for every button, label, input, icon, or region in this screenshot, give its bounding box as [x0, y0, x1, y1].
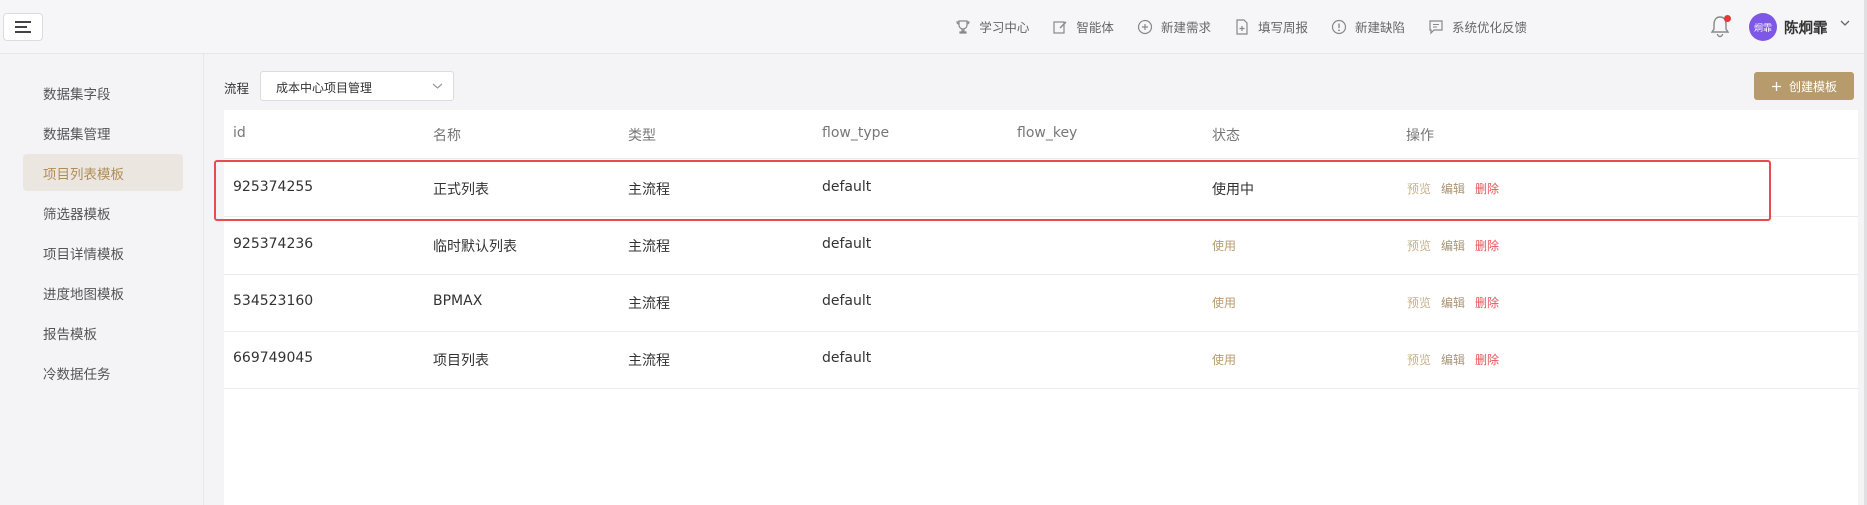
preview-link[interactable]: 预览 — [1407, 237, 1431, 254]
cell-id: 534523160 — [233, 293, 314, 309]
weekly-report-link[interactable]: 填写周报 — [1233, 17, 1308, 36]
template-table: id 名称 类型 flow_type flow_key 状态 操作 925374… — [224, 110, 1858, 505]
edit-link[interactable]: 编辑 — [1441, 180, 1465, 197]
edit-link[interactable]: 编辑 — [1441, 294, 1465, 311]
table-row: 669749045 项目列表 主流程 default 使用 预览 编辑 删除 — [224, 331, 1858, 389]
new-defect-label: 新建缺陷 — [1354, 20, 1405, 35]
cell-status[interactable]: 使用 — [1212, 351, 1236, 368]
trophy-icon — [954, 18, 972, 36]
create-template-button[interactable]: 创建模板 — [1754, 72, 1854, 100]
cell-flow-type: default — [822, 293, 872, 309]
delete-link[interactable]: 删除 — [1475, 351, 1499, 368]
cell-flow-type: default — [822, 179, 872, 195]
agent-label: 智能体 — [1076, 20, 1114, 35]
sidebar-item-project-list-template[interactable]: 项目列表模板 — [23, 154, 183, 191]
header-type: 类型 — [628, 128, 656, 144]
avatar[interactable]: 炯霏 — [1749, 13, 1777, 41]
flow-filter-label: 流程 — [224, 81, 250, 96]
chevron-down-icon[interactable] — [1840, 19, 1850, 27]
cell-id: 925374236 — [233, 236, 314, 252]
header-name: 名称 — [433, 128, 461, 144]
feedback-link[interactable]: 系统优化反馈 — [1427, 17, 1527, 36]
plus-icon — [1771, 81, 1781, 91]
flow-select[interactable]: 成本中心项目管理 — [260, 71, 454, 101]
learning-center-label: 学习中心 — [979, 20, 1030, 35]
plus-circle-icon — [1136, 18, 1154, 36]
sidebar-item-cold-data-task[interactable]: 冷数据任务 — [23, 354, 183, 391]
create-template-label: 创建模板 — [1788, 79, 1837, 94]
alert-circle-icon — [1330, 18, 1348, 36]
new-defect-link[interactable]: 新建缺陷 — [1330, 17, 1405, 36]
cell-id: 669749045 — [233, 350, 314, 366]
cell-flow-type: default — [822, 236, 872, 252]
cell-id: 925374255 — [233, 179, 314, 195]
delete-link[interactable]: 删除 — [1475, 237, 1499, 254]
header-id: id — [233, 125, 246, 141]
table-row: 534523160 BPMAX 主流程 default 使用 预览 编辑 删除 — [224, 274, 1858, 332]
table-row: 925374255 正式列表 主流程 default 使用中 预览 编辑 删除 — [224, 159, 1858, 217]
sidebar-item-project-detail-template[interactable]: 项目详情模板 — [23, 234, 183, 271]
preview-link[interactable]: 预览 — [1407, 294, 1431, 311]
user-name[interactable]: 陈炯霏 — [1784, 17, 1828, 38]
cell-name: 项目列表 — [433, 353, 489, 369]
delete-link[interactable]: 删除 — [1475, 180, 1499, 197]
cell-status: 使用中 — [1212, 182, 1254, 198]
cell-status[interactable]: 使用 — [1212, 294, 1236, 311]
chevron-down-icon — [432, 83, 443, 89]
cell-name: 临时默认列表 — [433, 239, 517, 255]
feedback-label: 系统优化反馈 — [1451, 20, 1527, 35]
flow-select-value: 成本中心项目管理 — [276, 81, 373, 95]
preview-link[interactable]: 预览 — [1407, 351, 1431, 368]
header-flow-key: flow_key — [1017, 125, 1078, 141]
learning-center-link[interactable]: 学习中心 — [954, 17, 1029, 36]
menu-toggle-button[interactable] — [3, 13, 43, 41]
cell-name: 正式列表 — [433, 182, 489, 198]
sidebar-item-dataset-fields[interactable]: 数据集字段 — [23, 74, 183, 111]
delete-link[interactable]: 删除 — [1475, 294, 1499, 311]
cell-type: 主流程 — [628, 182, 670, 198]
header-actions: 操作 — [1406, 128, 1434, 144]
edit-link[interactable]: 编辑 — [1441, 351, 1465, 368]
header-status: 状态 — [1212, 128, 1240, 144]
edit-icon — [1051, 18, 1069, 36]
new-requirement-link[interactable]: 新建需求 — [1136, 17, 1211, 36]
cell-type: 主流程 — [628, 353, 670, 369]
top-actions: 学习中心 智能体 新建需求 填写周报 新建缺陷 系统优化反馈 — [932, 0, 1527, 53]
agent-link[interactable]: 智能体 — [1051, 17, 1114, 36]
table-header: id 名称 类型 flow_type flow_key 状态 操作 — [224, 110, 1858, 159]
sidebar-item-progress-map-template[interactable]: 进度地图模板 — [23, 274, 183, 311]
preview-link[interactable]: 预览 — [1407, 180, 1431, 197]
cell-flow-type: default — [822, 350, 872, 366]
menu-toggle-icon — [15, 21, 31, 33]
sidebar: 数据集字段 数据集管理 项目列表模板 筛选器模板 项目详情模板 进度地图模板 报… — [0, 54, 204, 505]
weekly-report-label: 填写周报 — [1257, 20, 1308, 35]
cell-status[interactable]: 使用 — [1212, 237, 1236, 254]
edit-link[interactable]: 编辑 — [1441, 237, 1465, 254]
top-bar: 学习中心 智能体 新建需求 填写周报 新建缺陷 系统优化反馈 炯霏 陈炯霏 — [0, 0, 1867, 54]
table-row: 925374236 临时默认列表 主流程 default 使用 预览 编辑 删除 — [224, 217, 1858, 275]
document-icon — [1233, 18, 1251, 36]
sidebar-item-report-template[interactable]: 报告模板 — [23, 314, 183, 351]
sidebar-item-filter-template[interactable]: 筛选器模板 — [23, 194, 183, 231]
header-flow-type: flow_type — [822, 125, 890, 141]
cell-name: BPMAX — [433, 293, 483, 309]
notification-dot — [1724, 15, 1731, 22]
sidebar-item-dataset-management[interactable]: 数据集管理 — [23, 114, 183, 151]
cell-type: 主流程 — [628, 296, 670, 312]
cell-type: 主流程 — [628, 239, 670, 255]
new-requirement-label: 新建需求 — [1160, 20, 1211, 35]
main-content: 流程 成本中心项目管理 创建模板 id 名称 类型 flow_type flow… — [204, 54, 1864, 505]
message-icon — [1427, 18, 1445, 36]
